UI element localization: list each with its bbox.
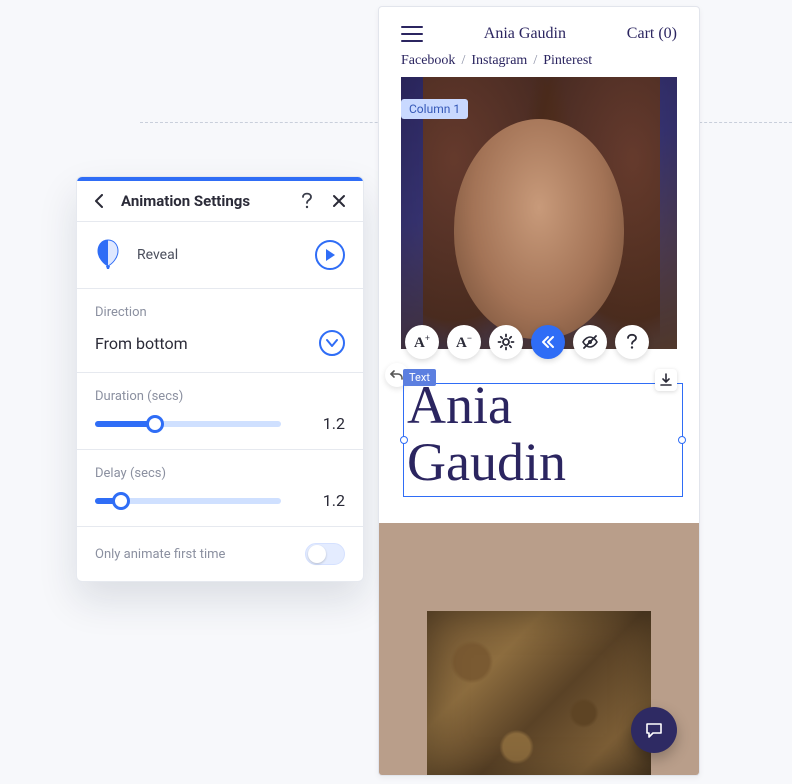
social-pinterest[interactable]: Pinterest <box>543 53 592 69</box>
hamburger-icon <box>401 26 423 28</box>
play-icon <box>324 248 336 262</box>
social-instagram[interactable]: Instagram <box>471 53 527 69</box>
site-topbar: Ania Gaudin Cart (0) <box>379 7 699 53</box>
delay-slider-thumb[interactable] <box>115 495 127 507</box>
chat-icon <box>644 720 664 740</box>
social-links: Facebook / Instagram / Pinterest <box>379 53 699 77</box>
only-first-toggle[interactable] <box>305 543 345 565</box>
duration-label: Duration (secs) <box>95 389 345 404</box>
direction-dropdown-toggle[interactable] <box>319 330 345 356</box>
texture-image[interactable] <box>427 611 651 776</box>
font-increase-button[interactable]: A+ <box>405 325 439 359</box>
delay-value: 1.2 <box>305 491 345 510</box>
font-increase-icon: A+ <box>414 333 430 352</box>
duration-slider-fill <box>95 421 155 427</box>
undo-icon <box>390 368 404 382</box>
panel-header: Animation Settings <box>77 181 363 222</box>
animation-button[interactable] <box>531 325 565 359</box>
direction-select[interactable]: From bottom <box>95 330 345 356</box>
question-icon <box>300 192 314 210</box>
chevron-left-icon <box>94 194 106 208</box>
font-decrease-button[interactable]: A− <box>447 325 481 359</box>
site-brand[interactable]: Ania Gaudin <box>484 25 566 43</box>
resize-handle-right[interactable] <box>678 436 686 444</box>
chevron-down-icon <box>326 338 338 348</box>
help-button[interactable] <box>297 191 317 211</box>
duration-slider-thumb[interactable] <box>149 418 161 430</box>
download-icon <box>660 373 672 387</box>
balloon-icon <box>95 238 121 272</box>
question-icon <box>624 333 640 351</box>
settings-button[interactable] <box>489 325 523 359</box>
resize-handle-left[interactable] <box>400 436 408 444</box>
duration-slider[interactable] <box>95 421 281 427</box>
close-button[interactable] <box>329 191 349 211</box>
delay-section: Delay (secs) 1.2 <box>77 450 363 527</box>
social-facebook[interactable]: Facebook <box>401 53 455 69</box>
element-toolbar: A+ A− <box>405 325 649 359</box>
direction-section: Direction From bottom <box>77 289 363 373</box>
font-decrease-icon: A− <box>456 333 472 352</box>
gear-icon <box>497 333 515 351</box>
close-icon <box>332 194 346 208</box>
visibility-button[interactable] <box>573 325 607 359</box>
cart-link[interactable]: Cart (0) <box>627 25 677 43</box>
panel-title: Animation Settings <box>121 192 285 210</box>
direction-value: From bottom <box>95 334 188 353</box>
column-tag[interactable]: Column 1 <box>401 99 468 119</box>
menu-button[interactable] <box>401 26 423 42</box>
separator-icon: / <box>461 53 465 69</box>
selection-outline[interactable] <box>403 383 683 497</box>
only-first-label: Only animate first time <box>95 547 225 562</box>
mobile-preview: Ania Gaudin Cart (0) Facebook / Instagra… <box>378 6 700 776</box>
delay-slider[interactable] <box>95 498 281 504</box>
delay-label: Delay (secs) <box>95 466 345 481</box>
element-type-tag[interactable]: Text <box>403 369 436 386</box>
duration-section: Duration (secs) 1.2 <box>77 373 363 450</box>
download-button[interactable] <box>655 369 677 391</box>
preview-play-button[interactable] <box>315 240 345 270</box>
chat-fab[interactable] <box>631 707 677 753</box>
preset-section: Reveal <box>77 222 363 289</box>
direction-label: Direction <box>95 305 345 320</box>
animation-settings-panel: Animation Settings Reveal Direction <box>76 176 364 582</box>
preset-name: Reveal <box>137 247 299 263</box>
toggle-knob <box>308 545 326 563</box>
back-button[interactable] <box>91 192 109 210</box>
separator-icon: / <box>533 53 537 69</box>
help-button[interactable] <box>615 325 649 359</box>
only-first-section: Only animate first time <box>77 527 363 581</box>
animation-icon <box>539 333 557 351</box>
duration-value: 1.2 <box>305 414 345 433</box>
eye-off-icon <box>581 333 599 351</box>
